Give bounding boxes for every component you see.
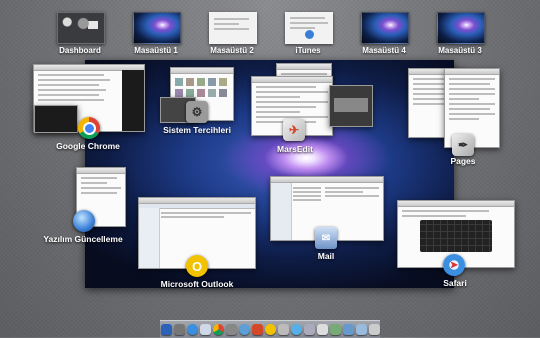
app-label-chrome: Google Chrome	[56, 141, 120, 151]
space-label-desktop-2: Masaüstü 2	[210, 46, 254, 55]
dock-trash-icon[interactable]	[368, 324, 380, 335]
dock-folder-icon[interactable]	[342, 324, 354, 335]
compass-icon[interactable]: ➤	[443, 254, 465, 276]
dock-itunes-icon[interactable]	[238, 324, 250, 335]
stamp-icon[interactable]: ✉	[315, 227, 337, 249]
space-label-desktop-1: Masaüstü 1	[134, 46, 178, 55]
itunes-icon	[305, 30, 314, 39]
dock-mail-icon[interactable]	[199, 324, 211, 335]
app-label-outlook: Microsoft Outlook	[160, 279, 234, 289]
chrome-window-small[interactable]	[34, 105, 78, 133]
dock-chrome-icon[interactable]	[212, 324, 224, 335]
app-label-software-update: Yazılım Güncelleme	[43, 234, 123, 244]
rocket-icon[interactable]: ✈	[283, 119, 305, 141]
space-thumbnail-itunes[interactable]	[285, 12, 333, 44]
space-thumbnail-desktop-4[interactable]	[361, 12, 409, 44]
app-label-system-preferences: Sistem Tercihleri	[163, 125, 231, 135]
dock-launchpad-icon[interactable]	[173, 324, 185, 335]
gear-icon[interactable]: ⚙	[186, 101, 208, 123]
pen-icon[interactable]: ✒	[452, 134, 474, 156]
outlook-icon[interactable]: O	[186, 255, 208, 277]
space-label-dashboard: Dashboard	[59, 46, 101, 55]
dock-skype-icon[interactable]	[290, 324, 302, 335]
dock-app-icon[interactable]	[303, 324, 315, 335]
space-label-desktop-4: Masaüstü 4	[362, 46, 406, 55]
space-thumbnail-dashboard[interactable]	[57, 12, 105, 44]
dock	[160, 320, 380, 338]
dock-pages-icon[interactable]	[277, 324, 289, 335]
dock-system-preferences-icon[interactable]	[225, 324, 237, 335]
dock-safari-icon[interactable]	[186, 324, 198, 335]
space-label-itunes: iTunes	[295, 46, 321, 55]
dock-outlook-icon[interactable]	[264, 324, 276, 335]
app-label-mail: Mail	[317, 251, 335, 261]
space-label-desktop-3: Masaüstü 3	[438, 46, 482, 55]
space-thumbnail-desktop-3[interactable]	[437, 12, 485, 44]
dock-finder-icon[interactable]	[160, 324, 172, 335]
dock-marsedit-icon[interactable]	[251, 324, 263, 335]
space-thumbnail-desktop-2[interactable]	[209, 12, 257, 44]
marsedit-preview-window[interactable]	[329, 85, 373, 127]
keyboard-image	[420, 220, 492, 252]
globe-icon[interactable]	[73, 210, 95, 232]
dock-app-icon[interactable]	[329, 324, 341, 335]
app-label-marsedit: MarsEdit	[277, 144, 313, 154]
app-label-safari: Safari	[443, 278, 467, 288]
space-thumbnail-desktop-1[interactable]	[133, 12, 181, 44]
chrome-icon[interactable]	[78, 117, 100, 139]
chrome-icon-center	[82, 121, 96, 135]
app-label-pages: Pages	[450, 156, 476, 166]
dock-textedit-icon[interactable]	[316, 324, 328, 335]
dock-downloads-icon[interactable]	[355, 324, 367, 335]
